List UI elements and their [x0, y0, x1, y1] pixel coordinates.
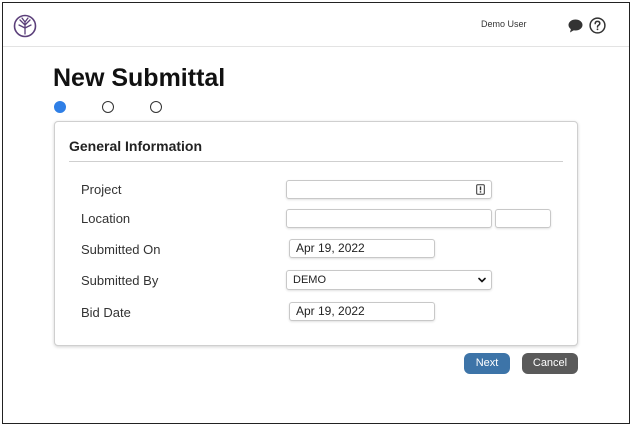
section-divider — [69, 161, 563, 162]
next-button[interactable]: Next — [464, 353, 510, 374]
submitted-by-select[interactable]: DEMO — [286, 270, 492, 290]
step-1-dot[interactable] — [54, 101, 66, 113]
general-information-card: General Information Project Location Sub… — [54, 121, 578, 346]
chevron-down-icon — [478, 277, 486, 283]
project-input[interactable] — [286, 180, 492, 199]
page-title: New Submittal — [53, 64, 226, 92]
section-title: General Information — [69, 138, 203, 154]
step-3-dot[interactable] — [150, 101, 162, 113]
app-window: Demo User New Submittal General Informat… — [2, 2, 630, 424]
user-name[interactable]: Demo User — [481, 19, 527, 29]
submitted-by-label: Submitted By — [81, 273, 159, 288]
location-secondary-input[interactable] — [495, 209, 551, 228]
location-input[interactable] — [286, 209, 492, 228]
submitted-on-label: Submitted On — [81, 242, 161, 257]
speech-bubble-icon[interactable] — [568, 19, 583, 33]
top-bar: Demo User — [3, 3, 629, 47]
project-label: Project — [81, 182, 122, 197]
cancel-button[interactable]: Cancel — [522, 353, 578, 374]
submitted-by-value: DEMO — [293, 274, 326, 286]
tree-logo-icon[interactable] — [13, 14, 37, 38]
submitted-on-value: Apr 19, 2022 — [296, 241, 365, 255]
bid-date-input[interactable]: Apr 19, 2022 — [289, 302, 435, 321]
step-2-dot[interactable] — [102, 101, 114, 113]
bid-date-value: Apr 19, 2022 — [296, 304, 365, 318]
question-circle-icon[interactable] — [589, 17, 606, 34]
lookup-icon[interactable] — [476, 184, 485, 195]
submitted-on-date-input[interactable]: Apr 19, 2022 — [289, 239, 435, 258]
location-label: Location — [81, 211, 131, 226]
bid-date-label: Bid Date — [81, 305, 131, 320]
